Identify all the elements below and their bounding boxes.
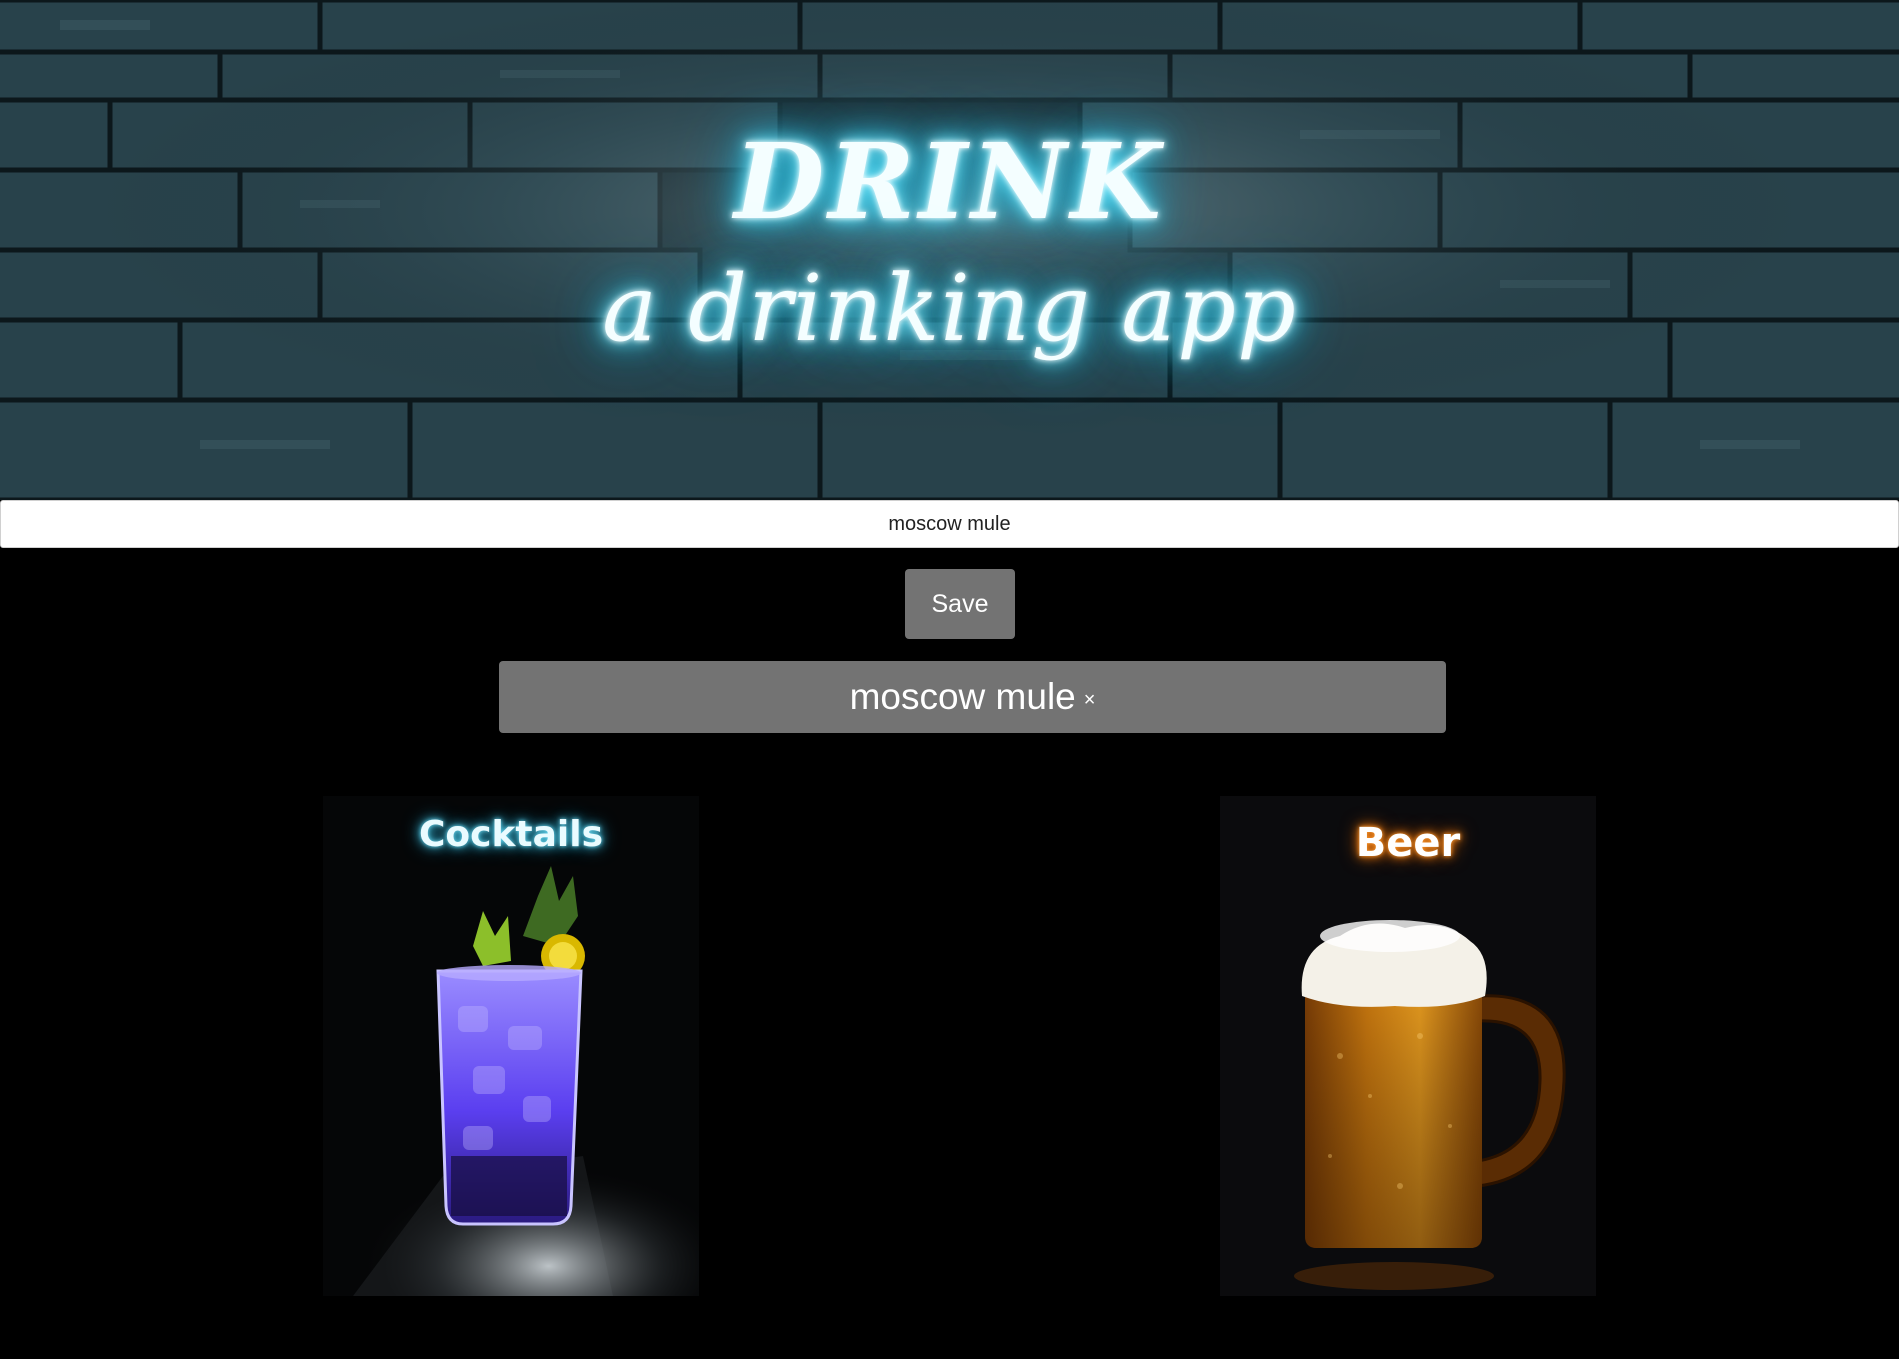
app-subtitle: a drinking app xyxy=(602,255,1297,362)
remove-saved-drink-icon[interactable]: × xyxy=(1084,689,1096,712)
beer-mug-image xyxy=(1294,920,1566,1290)
saved-drink-label: moscow mule xyxy=(849,676,1076,717)
stone-wall-background xyxy=(0,0,1899,500)
saved-drink-chip[interactable]: moscow mule × xyxy=(499,661,1446,733)
hero-banner: DRINK a drinking app xyxy=(0,0,1899,500)
save-button[interactable]: Save xyxy=(905,569,1015,639)
category-card-beer[interactable]: Beer xyxy=(1220,796,1596,1296)
drink-search-input[interactable] xyxy=(0,500,1899,548)
category-title-cocktails: Cocktails xyxy=(418,814,604,855)
category-card-cocktails[interactable]: Cocktails xyxy=(323,796,699,1296)
app-title: DRINK xyxy=(734,120,1165,243)
page: DRINK a drinking app Save moscow mule × xyxy=(0,0,1899,1359)
cocktail-glass-image xyxy=(323,866,699,1296)
category-title-beer: Beer xyxy=(1355,820,1461,866)
